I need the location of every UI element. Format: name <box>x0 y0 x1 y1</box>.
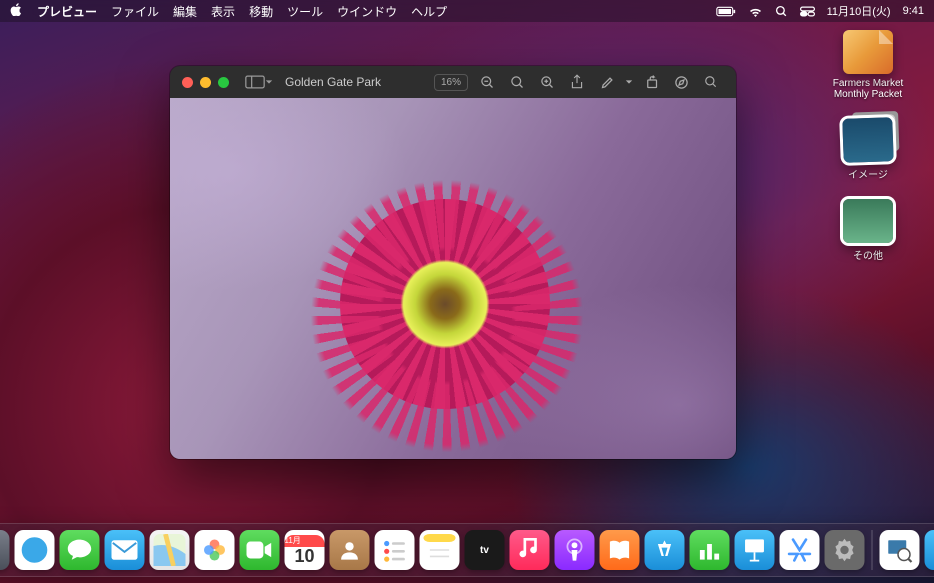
dock-safari[interactable] <box>15 530 55 570</box>
folder-stack-icon <box>843 199 893 243</box>
menu-file[interactable]: ファイル <box>111 3 159 20</box>
dock-calendar[interactable]: 11月10 <box>285 530 325 570</box>
dock-reminders[interactable] <box>375 530 415 570</box>
search-button[interactable] <box>698 71 724 93</box>
menu-bar: プレビュー ファイル 編集 表示 移動 ツール ウインドウ ヘルプ 11月10日… <box>0 0 934 22</box>
calendar-day-number: 10 <box>294 547 314 565</box>
share-button[interactable] <box>564 71 590 93</box>
window-titlebar[interactable]: Golden Gate Park 16% <box>170 66 736 98</box>
desktop-file-farmers-market[interactable]: Farmers Market Monthly Packet <box>818 30 918 100</box>
desktop-file-label: その他 <box>818 247 918 262</box>
dock-photos[interactable] <box>195 530 235 570</box>
menubar-time[interactable]: 9:41 <box>903 5 924 17</box>
dock-podcasts[interactable] <box>555 530 595 570</box>
control-center-icon[interactable] <box>800 6 815 17</box>
dock-mail[interactable] <box>105 530 145 570</box>
menu-tools[interactable]: ツール <box>287 3 323 20</box>
spotlight-icon[interactable] <box>775 5 788 18</box>
dock-separator <box>872 530 873 570</box>
flower-photo <box>170 98 736 459</box>
zoom-out-button[interactable] <box>474 71 500 93</box>
desktop-icons-area: Farmers Market Monthly Packet イメージ その他 <box>818 30 918 262</box>
image-viewport[interactable] <box>170 98 736 459</box>
zoom-level-readout[interactable]: 16% <box>434 74 468 91</box>
dock-launchpad[interactable] <box>0 530 10 570</box>
dock-contacts[interactable] <box>330 530 370 570</box>
desktop-stack-other[interactable]: その他 <box>818 199 918 262</box>
dock-maps[interactable] <box>150 530 190 570</box>
image-stack-icon <box>842 117 894 163</box>
traffic-lights <box>182 77 229 88</box>
rotate-button[interactable] <box>638 71 664 93</box>
dock-preview-app[interactable] <box>880 530 920 570</box>
window-minimize-button[interactable] <box>200 77 211 88</box>
dock-app-store[interactable] <box>645 530 685 570</box>
zoom-actual-button[interactable] <box>504 71 530 93</box>
sidebar-toggle-button[interactable] <box>245 75 273 89</box>
dock-app-icon[interactable] <box>780 530 820 570</box>
dock-messages[interactable] <box>60 530 100 570</box>
apple-menu[interactable] <box>10 3 23 19</box>
dock-downloads[interactable] <box>925 530 934 570</box>
dock-tv[interactable]: tv <box>465 530 505 570</box>
dock-facetime[interactable] <box>240 530 280 570</box>
window-zoom-button[interactable] <box>218 77 229 88</box>
wifi-icon[interactable] <box>748 6 763 17</box>
menu-edit[interactable]: 編集 <box>173 3 197 20</box>
highlight-button[interactable] <box>594 71 620 93</box>
menu-window[interactable]: ウインドウ <box>337 3 397 20</box>
menu-view[interactable]: 表示 <box>211 3 235 20</box>
dock-system-preferences[interactable] <box>825 530 865 570</box>
zoom-in-button[interactable] <box>534 71 560 93</box>
dock-music[interactable] <box>510 530 550 570</box>
battery-icon[interactable] <box>716 6 736 17</box>
preview-window[interactable]: Golden Gate Park 16% <box>170 66 736 459</box>
dock-numbers[interactable] <box>690 530 730 570</box>
window-title: Golden Gate Park <box>285 75 381 89</box>
highlight-menu-chevron-icon[interactable] <box>624 71 634 93</box>
window-close-button[interactable] <box>182 77 193 88</box>
document-icon <box>843 30 893 74</box>
desktop-file-label: イメージ <box>818 166 918 181</box>
menubar-date[interactable]: 11月10日(火) <box>827 3 891 19</box>
desktop-stack-images[interactable]: イメージ <box>818 118 918 181</box>
dock-books[interactable] <box>600 530 640 570</box>
menu-help[interactable]: ヘルプ <box>411 3 447 20</box>
dock-keynote[interactable] <box>735 530 775 570</box>
dock: 11月10 tv <box>0 523 934 577</box>
menu-app-name[interactable]: プレビュー <box>37 3 97 20</box>
desktop-file-label: Farmers Market Monthly Packet <box>818 78 918 100</box>
menu-go[interactable]: 移動 <box>249 3 273 20</box>
markup-button[interactable] <box>668 71 694 93</box>
dock-notes[interactable] <box>420 530 460 570</box>
